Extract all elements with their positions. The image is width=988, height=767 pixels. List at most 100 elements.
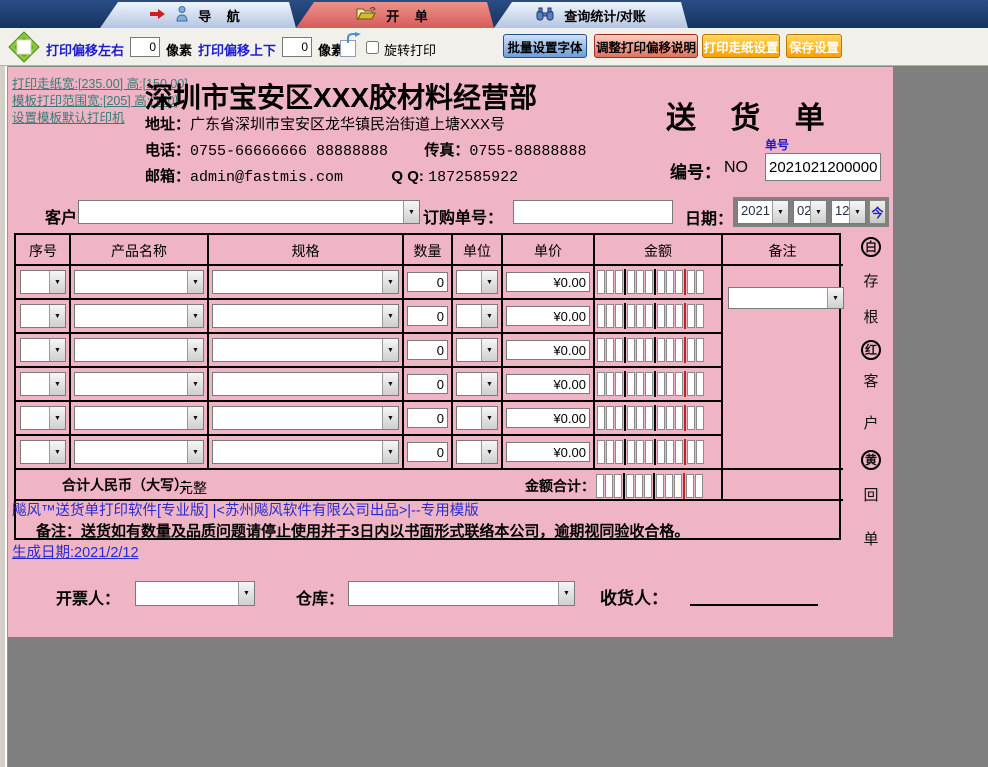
- chevron-down-icon[interactable]: ▼: [382, 407, 398, 429]
- today-button[interactable]: 今: [869, 200, 886, 224]
- row1-price-input[interactable]: [506, 272, 590, 292]
- row6-price-input[interactable]: [506, 442, 590, 462]
- row4-seq-combobox[interactable]: ▼: [20, 372, 66, 396]
- row4-price-input[interactable]: [506, 374, 590, 394]
- row1-spec-combobox[interactable]: ▼: [212, 270, 399, 294]
- chevron-down-icon[interactable]: ▼: [49, 339, 65, 361]
- chevron-down-icon[interactable]: ▼: [558, 582, 574, 605]
- tab-billing[interactable]: 开 单: [296, 2, 494, 28]
- money-cell: [657, 338, 665, 362]
- chevron-down-icon[interactable]: ▼: [772, 201, 788, 223]
- row4-unit-combobox[interactable]: ▼: [456, 372, 498, 396]
- batch-font-button[interactable]: 批量设置字体: [503, 34, 587, 58]
- row3-qty-input[interactable]: [407, 340, 448, 360]
- chevron-down-icon[interactable]: ▼: [382, 339, 398, 361]
- row5-qty-input[interactable]: [407, 408, 448, 428]
- row2-qty-input[interactable]: [407, 306, 448, 326]
- generated-date-link[interactable]: 生成日期:2021/2/12: [12, 541, 139, 562]
- money-group-divider: [653, 473, 655, 499]
- row3-price-input[interactable]: [506, 340, 590, 360]
- row5-price-input[interactable]: [506, 408, 590, 428]
- copy-yellow-circle: 黄: [861, 450, 881, 470]
- row4-spec-combobox[interactable]: ▼: [212, 372, 399, 396]
- doc-no-input[interactable]: [765, 153, 881, 181]
- row6-qty-input[interactable]: [407, 442, 448, 462]
- chevron-down-icon[interactable]: ▼: [187, 339, 203, 361]
- chevron-down-icon[interactable]: ▼: [481, 373, 497, 395]
- chevron-down-icon[interactable]: ▼: [382, 373, 398, 395]
- row4-qty-input[interactable]: [407, 374, 448, 394]
- tab-navigation[interactable]: 导 航: [100, 2, 296, 28]
- row1-qty-input[interactable]: [407, 272, 448, 292]
- chevron-down-icon[interactable]: ▼: [481, 339, 497, 361]
- customer-combobox[interactable]: ▼: [78, 200, 420, 224]
- paper-feed-settings-button[interactable]: 打印走纸设置: [702, 34, 780, 58]
- money-cell: [657, 304, 665, 328]
- chevron-down-icon[interactable]: ▼: [49, 373, 65, 395]
- row6-seq-combobox[interactable]: ▼: [20, 440, 66, 464]
- row1-unit-combobox[interactable]: ▼: [456, 270, 498, 294]
- row6-spec-combobox[interactable]: ▼: [212, 440, 399, 464]
- chevron-down-icon[interactable]: ▼: [187, 305, 203, 327]
- chevron-down-icon[interactable]: ▼: [187, 441, 203, 463]
- px-label-1: 像素: [166, 40, 192, 59]
- phone-label: 电话：: [145, 142, 190, 159]
- date-year-dropdown[interactable]: 2021 ▼: [737, 200, 789, 224]
- offset-lr-input[interactable]: [130, 37, 160, 57]
- chevron-down-icon[interactable]: ▼: [810, 201, 826, 223]
- tab-query-stats[interactable]: 查询统计/对账: [494, 2, 688, 28]
- row5-unit-combobox[interactable]: ▼: [456, 406, 498, 430]
- chevron-down-icon[interactable]: ▼: [827, 288, 843, 308]
- row3-spec-combobox[interactable]: ▼: [212, 338, 399, 362]
- save-settings-button[interactable]: 保存设置: [786, 34, 842, 58]
- row2-unit-combobox[interactable]: ▼: [456, 304, 498, 328]
- remark-combobox[interactable]: ▼: [728, 287, 844, 309]
- row3-product-combobox[interactable]: ▼: [74, 338, 204, 362]
- row3-seq-combobox[interactable]: ▼: [20, 338, 66, 362]
- chevron-down-icon[interactable]: ▼: [481, 305, 497, 327]
- chevron-down-icon[interactable]: ▼: [187, 407, 203, 429]
- chevron-down-icon[interactable]: ▼: [238, 582, 254, 605]
- remark-note: 备注：送货如有数量及品质问题请停止使用并于3日内以书面形式联络本公司，逾期视同验…: [36, 520, 689, 541]
- chevron-down-icon[interactable]: ▼: [187, 373, 203, 395]
- chevron-down-icon[interactable]: ▼: [187, 271, 203, 293]
- money-cell: [666, 372, 674, 396]
- money-cell: [615, 372, 623, 396]
- date-month-dropdown[interactable]: 02 ▼: [793, 200, 827, 224]
- chevron-down-icon[interactable]: ▼: [481, 271, 497, 293]
- row4-product-combobox[interactable]: ▼: [74, 372, 204, 396]
- chevron-down-icon[interactable]: ▼: [481, 407, 497, 429]
- chevron-down-icon[interactable]: ▼: [849, 201, 865, 223]
- window-left-border: [0, 66, 8, 767]
- row6-product-combobox[interactable]: ▼: [74, 440, 204, 464]
- chevron-down-icon[interactable]: ▼: [481, 441, 497, 463]
- row2-seq-combobox[interactable]: ▼: [20, 304, 66, 328]
- chevron-down-icon[interactable]: ▼: [49, 305, 65, 327]
- adjust-offset-help-button[interactable]: 调整打印偏移说明: [594, 34, 698, 58]
- row2-price-input[interactable]: [506, 306, 590, 326]
- rotate-print-checkbox[interactable]: [366, 41, 379, 54]
- po-number-input[interactable]: [513, 200, 673, 224]
- date-day-dropdown[interactable]: 12 ▼: [831, 200, 866, 224]
- chevron-down-icon[interactable]: ▼: [49, 407, 65, 429]
- row6-unit-combobox[interactable]: ▼: [456, 440, 498, 464]
- row2-product-combobox[interactable]: ▼: [74, 304, 204, 328]
- chevron-down-icon[interactable]: ▼: [49, 441, 65, 463]
- offset-ud-input[interactable]: [282, 37, 312, 57]
- drawer-combobox[interactable]: ▼: [135, 581, 255, 606]
- set-default-printer-link[interactable]: 设置模板默认打印机: [12, 107, 125, 126]
- row1-seq-combobox[interactable]: ▼: [20, 270, 66, 294]
- doc-no-prefix: NO: [724, 159, 748, 177]
- row5-product-combobox[interactable]: ▼: [74, 406, 204, 430]
- row2-spec-combobox[interactable]: ▼: [212, 304, 399, 328]
- chevron-down-icon[interactable]: ▼: [382, 305, 398, 327]
- row5-seq-combobox[interactable]: ▼: [20, 406, 66, 430]
- chevron-down-icon[interactable]: ▼: [49, 271, 65, 293]
- chevron-down-icon[interactable]: ▼: [382, 441, 398, 463]
- row1-product-combobox[interactable]: ▼: [74, 270, 204, 294]
- row5-spec-combobox[interactable]: ▼: [212, 406, 399, 430]
- warehouse-combobox[interactable]: ▼: [348, 581, 575, 606]
- chevron-down-icon[interactable]: ▼: [403, 201, 419, 223]
- chevron-down-icon[interactable]: ▼: [382, 271, 398, 293]
- row3-unit-combobox[interactable]: ▼: [456, 338, 498, 362]
